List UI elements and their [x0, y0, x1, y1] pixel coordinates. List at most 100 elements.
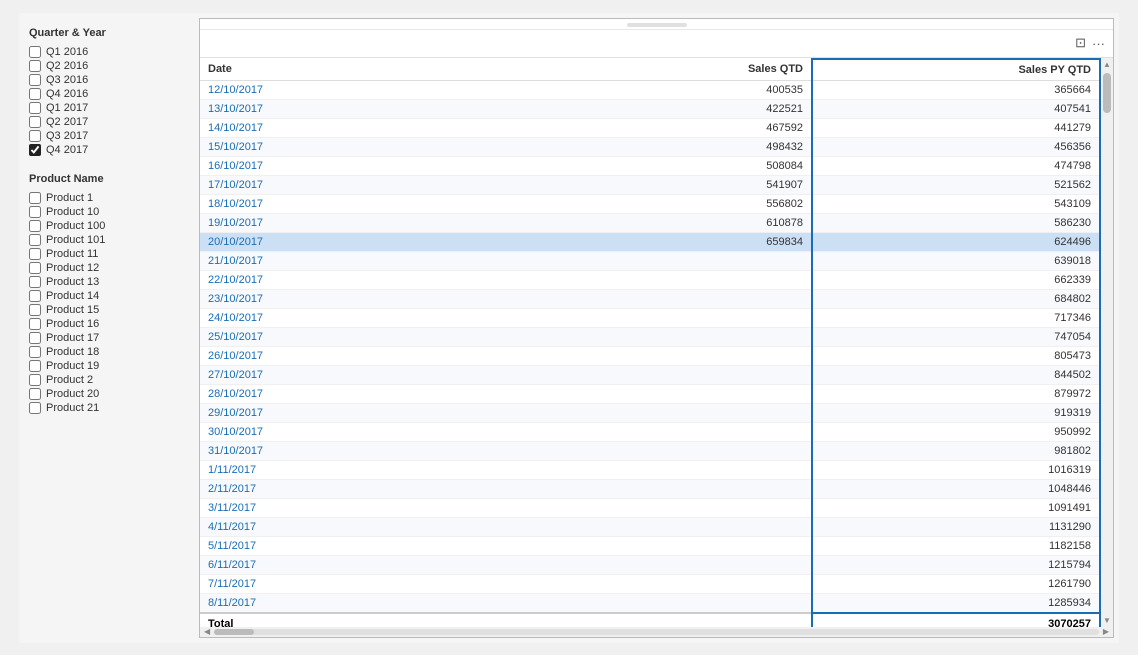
table-row: 3/11/20171091491 — [200, 498, 1100, 517]
scroll-right-arrow[interactable]: ▶ — [1103, 627, 1109, 636]
cell-sales-py-qtd: 717346 — [812, 308, 1100, 327]
product-filter-item[interactable]: Product 17 — [29, 331, 189, 345]
bottom-scrollbar[interactable]: ◀ ▶ — [200, 627, 1113, 637]
cell-sales-py-qtd: 1261790 — [812, 574, 1100, 593]
product-checkbox-12[interactable] — [29, 360, 41, 372]
cell-sales-py-qtd: 684802 — [812, 289, 1100, 308]
cell-date: 12/10/2017 — [200, 80, 524, 99]
cell-sales-qtd — [524, 346, 812, 365]
table-row: 5/11/20171182158 — [200, 536, 1100, 555]
col-date: Date — [200, 59, 524, 81]
cell-sales-py-qtd: 919319 — [812, 403, 1100, 422]
cell-sales-py-qtd: 1285934 — [812, 593, 1100, 613]
product-filter-item[interactable]: Product 15 — [29, 303, 189, 317]
table-row: 16/10/2017508084474798 — [200, 156, 1100, 175]
product-filter-item[interactable]: Product 2 — [29, 373, 189, 387]
col-sales-py-qtd: Sales PY QTD — [812, 59, 1100, 81]
product-label: Product 1 — [46, 192, 93, 204]
product-checkbox-11[interactable] — [29, 346, 41, 358]
cell-sales-qtd — [524, 498, 812, 517]
cell-date: 2/11/2017 — [200, 479, 524, 498]
quarter-checkbox-5[interactable] — [29, 116, 41, 128]
product-checkbox-2[interactable] — [29, 220, 41, 232]
product-label: Product 16 — [46, 318, 99, 330]
expand-icon[interactable]: ⊡ — [1075, 35, 1086, 51]
menu-icon[interactable]: ··· — [1092, 36, 1105, 51]
cell-sales-qtd — [524, 403, 812, 422]
product-checkbox-1[interactable] — [29, 206, 41, 218]
quarter-checkbox-4[interactable] — [29, 102, 41, 114]
table-row: 18/10/2017556802543109 — [200, 194, 1100, 213]
product-filter-item[interactable]: Product 20 — [29, 387, 189, 401]
scroll-left-arrow[interactable]: ◀ — [204, 627, 210, 636]
product-filter-item[interactable]: Product 13 — [29, 275, 189, 289]
quarter-checkbox-1[interactable] — [29, 60, 41, 72]
col-sales-qtd: Sales QTD — [524, 59, 812, 81]
cell-sales-qtd — [524, 384, 812, 403]
product-checkbox-9[interactable] — [29, 318, 41, 330]
quarter-checkbox-7[interactable] — [29, 144, 41, 156]
product-filter-item[interactable]: Product 21 — [29, 401, 189, 415]
quarter-label: Q3 2017 — [46, 130, 88, 142]
total-sales-py-qtd: 3070257 — [812, 613, 1100, 627]
product-checkbox-14[interactable] — [29, 388, 41, 400]
product-filter-item[interactable]: Product 10 — [29, 205, 189, 219]
table-row: 28/10/2017879972 — [200, 384, 1100, 403]
scroll-thumb[interactable] — [1103, 73, 1111, 113]
product-filter-item[interactable]: Product 1 — [29, 191, 189, 205]
quarter-filter-item[interactable]: Q1 2016 — [29, 45, 189, 59]
product-filter-item[interactable]: Product 100 — [29, 219, 189, 233]
product-filter-title: Product Name — [29, 173, 189, 185]
product-label: Product 12 — [46, 262, 99, 274]
quarter-checkbox-2[interactable] — [29, 74, 41, 86]
product-label: Product 15 — [46, 304, 99, 316]
product-filter-item[interactable]: Product 12 — [29, 261, 189, 275]
quarter-filter-item[interactable]: Q4 2016 — [29, 87, 189, 101]
cell-sales-py-qtd: 981802 — [812, 441, 1100, 460]
h-scroll-thumb[interactable] — [214, 629, 254, 635]
right-scrollbar[interactable]: ▲ ▼ — [1101, 58, 1113, 627]
drag-bar[interactable] — [627, 23, 687, 27]
product-checkbox-3[interactable] — [29, 234, 41, 246]
product-checkbox-7[interactable] — [29, 290, 41, 302]
cell-sales-qtd — [524, 517, 812, 536]
product-checkbox-5[interactable] — [29, 262, 41, 274]
product-checkbox-8[interactable] — [29, 304, 41, 316]
product-filter-item[interactable]: Product 14 — [29, 289, 189, 303]
cell-sales-qtd — [524, 289, 812, 308]
cell-date: 16/10/2017 — [200, 156, 524, 175]
cell-sales-py-qtd: 1131290 — [812, 517, 1100, 536]
quarter-checkbox-0[interactable] — [29, 46, 41, 58]
quarter-filter-item[interactable]: Q3 2017 — [29, 129, 189, 143]
table-row: 13/10/2017422521407541 — [200, 99, 1100, 118]
product-checkbox-13[interactable] — [29, 374, 41, 386]
quarter-filter-item[interactable]: Q3 2016 — [29, 73, 189, 87]
quarter-filter-item[interactable]: Q4 2017 — [29, 143, 189, 157]
product-filter-item[interactable]: Product 19 — [29, 359, 189, 373]
product-checkbox-0[interactable] — [29, 192, 41, 204]
product-filter-item[interactable]: Product 18 — [29, 345, 189, 359]
quarter-filter-item[interactable]: Q1 2017 — [29, 101, 189, 115]
quarter-checkbox-6[interactable] — [29, 130, 41, 142]
table-row: 23/10/2017684802 — [200, 289, 1100, 308]
table-scroll-container[interactable]: Date Sales QTD Sales PY QTD 12/10/201740… — [200, 58, 1101, 627]
quarter-checkbox-3[interactable] — [29, 88, 41, 100]
quarter-filter-item[interactable]: Q2 2017 — [29, 115, 189, 129]
scroll-down-arrow[interactable]: ▼ — [1103, 616, 1111, 625]
product-filter-item[interactable]: Product 16 — [29, 317, 189, 331]
cell-sales-qtd — [524, 593, 812, 613]
quarter-filter-item[interactable]: Q2 2016 — [29, 59, 189, 73]
data-table: Date Sales QTD Sales PY QTD 12/10/201740… — [200, 58, 1101, 627]
product-checkbox-10[interactable] — [29, 332, 41, 344]
product-filter-item[interactable]: Product 101 — [29, 233, 189, 247]
table-row: 25/10/2017747054 — [200, 327, 1100, 346]
cell-sales-qtd: 610878 — [524, 213, 812, 232]
scroll-up-arrow[interactable]: ▲ — [1103, 60, 1111, 69]
product-checkbox-6[interactable] — [29, 276, 41, 288]
product-checkbox-4[interactable] — [29, 248, 41, 260]
product-filter-item[interactable]: Product 11 — [29, 247, 189, 261]
product-checkbox-15[interactable] — [29, 402, 41, 414]
cell-date: 7/11/2017 — [200, 574, 524, 593]
table-row: 24/10/2017717346 — [200, 308, 1100, 327]
cell-date: 17/10/2017 — [200, 175, 524, 194]
